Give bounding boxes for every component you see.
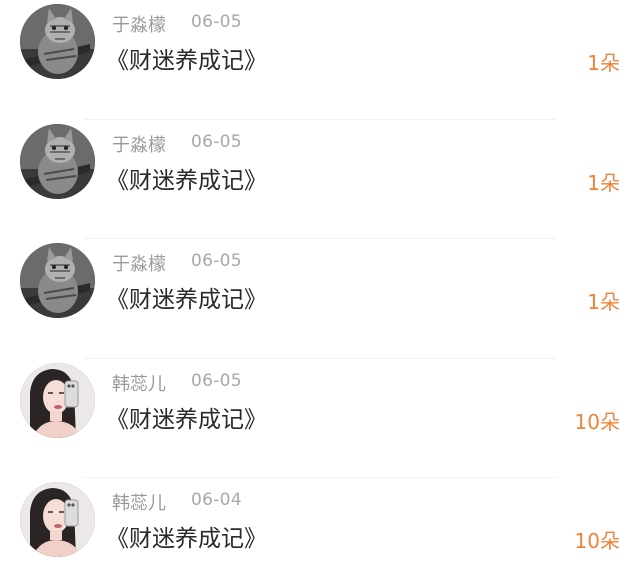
record-date: 06-05 — [191, 12, 242, 32]
record-date: 06-05 — [191, 370, 242, 391]
cat-avatar[interactable] — [20, 4, 95, 79]
user-name: 于淼檬 — [112, 15, 166, 36]
girl-avatar[interactable] — [20, 482, 95, 557]
record-date: 06-05 — [191, 131, 242, 152]
work-title: 《财迷养成记》 — [106, 406, 267, 433]
flower-count: 1朵 — [587, 290, 620, 314]
gift-record-list: 于淼檬 06-05 《财迷养成记》 1朵 于淼檬 06-05 《财迷养成记》 1… — [0, 0, 640, 583]
list-item[interactable]: 韩蕊儿 06-04 《财迷养成记》 10朵 — [0, 478, 640, 583]
work-title: 《财迷养成记》 — [106, 167, 267, 194]
girl-avatar[interactable] — [20, 362, 95, 438]
flower-count: 10朵 — [574, 409, 620, 434]
record-date: 06-04 — [191, 490, 242, 510]
list-item[interactable]: 于淼檬 06-05 《财迷养成记》 1朵 — [0, 120, 640, 239]
flower-count: 1朵 — [587, 170, 620, 195]
user-name: 韩蕊儿 — [112, 493, 166, 514]
flower-count: 1朵 — [587, 51, 620, 75]
work-title: 《财迷养成记》 — [106, 48, 267, 74]
user-name: 韩蕊儿 — [112, 373, 166, 395]
user-name: 于淼檬 — [112, 134, 166, 156]
cat-avatar[interactable] — [20, 123, 95, 199]
flower-count: 10朵 — [574, 529, 620, 553]
cat-avatar[interactable] — [20, 243, 95, 318]
record-date: 06-05 — [191, 251, 242, 271]
work-title: 《财迷养成记》 — [106, 526, 267, 552]
work-title: 《财迷养成记》 — [106, 287, 267, 313]
list-item[interactable]: 于淼檬 06-05 《财迷养成记》 1朵 — [0, 239, 640, 359]
user-name: 于淼檬 — [112, 254, 166, 275]
list-item[interactable]: 韩蕊儿 06-05 《财迷养成记》 10朵 — [0, 359, 640, 478]
list-item[interactable]: 于淼檬 06-05 《财迷养成记》 1朵 — [0, 0, 640, 120]
